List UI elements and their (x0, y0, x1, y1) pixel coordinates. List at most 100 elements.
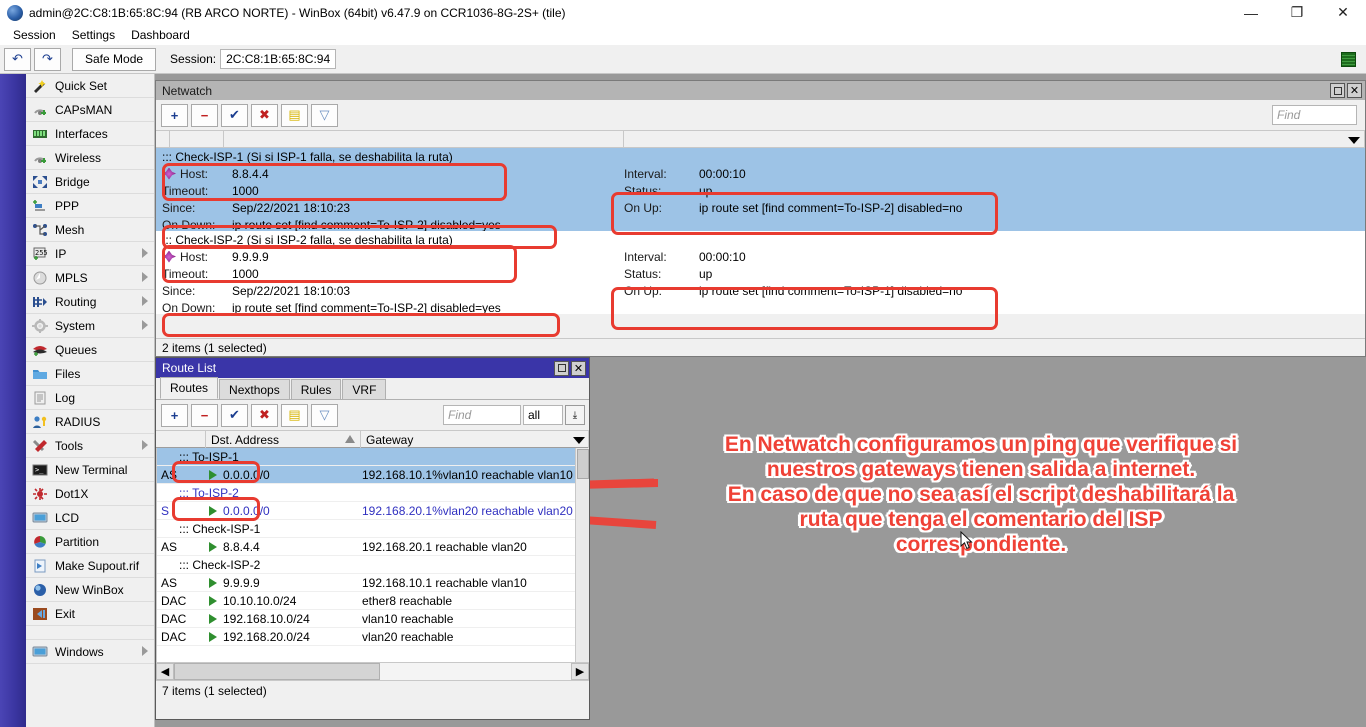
route-list-titlebar[interactable]: Route List ✕ (156, 358, 589, 378)
route-comment-button[interactable]: ▤ (281, 404, 308, 427)
route-comment-row[interactable]: ::: Check-ISP-2 (157, 556, 575, 574)
tab-rules[interactable]: Rules (291, 379, 342, 399)
sidebar-item-mpls[interactable]: MPLS (26, 266, 154, 290)
sidebar-item-bridge[interactable]: Bridge (26, 170, 154, 194)
route-filter-dropdown-icon[interactable]: ⤓ (565, 405, 585, 425)
route-column-menu-icon[interactable] (573, 437, 585, 444)
sidebar-item-windows[interactable]: Windows (26, 640, 154, 664)
sidebar-item-label: RADIUS (55, 415, 100, 429)
route-table-row[interactable]: AS8.8.4.4192.168.20.1 reachable vlan20 (157, 538, 575, 556)
netwatch-column-menu-icon[interactable] (1348, 137, 1360, 144)
safe-mode-button[interactable]: Safe Mode (72, 48, 156, 71)
sidebar-item-quick-set[interactable]: Quick Set (26, 74, 154, 98)
scroll-right-button[interactable]: ▶ (571, 663, 589, 680)
sidebar-item-dot1x[interactable]: Dot1X (26, 482, 154, 506)
route-find-input[interactable]: Find (443, 405, 521, 425)
sidebar-item-system[interactable]: System (26, 314, 154, 338)
netwatch-column-header (156, 130, 1365, 148)
netwatch-onup-value: ip route set [find comment=To-ISP-2] dis… (699, 201, 962, 215)
route-list-vertical-scrollbar[interactable] (575, 448, 589, 662)
route-table-row[interactable]: DAC192.168.10.0/24vlan10 reachable (157, 610, 575, 628)
sidebar-item-radius[interactable]: RADIUS (26, 410, 154, 434)
sidebar-item-lcd[interactable]: LCD (26, 506, 154, 530)
tab-routes[interactable]: Routes (160, 377, 218, 399)
maximize-button[interactable]: ❐ (1274, 0, 1320, 25)
svg-text:255: 255 (35, 249, 48, 257)
minimize-button[interactable]: — (1228, 0, 1274, 25)
sidebar-item-queues[interactable]: Queues (26, 338, 154, 362)
route-disable-button[interactable]: ✖ (251, 404, 278, 427)
sidebar-item-tools[interactable]: Tools (26, 434, 154, 458)
sidebar-item-new-terminal[interactable]: >_New Terminal (26, 458, 154, 482)
netwatch-titlebar[interactable]: Netwatch ✕ (156, 81, 1365, 100)
netwatch-add-button[interactable]: + (161, 104, 188, 127)
sidebar-item-interfaces[interactable]: Interfaces (26, 122, 154, 146)
route-comment-row[interactable]: ::: To-ISP-2 (157, 484, 575, 502)
route-gateway: vlan10 reachable (362, 612, 575, 626)
route-col-gateway[interactable]: Gateway (366, 433, 413, 447)
redo-icon[interactable]: ↷ (34, 48, 61, 71)
route-table-row[interactable]: AS9.9.9.9192.168.10.1 reachable vlan10 (157, 574, 575, 592)
route-table-row[interactable]: AS0.0.0.0/0192.168.10.1%vlan10 reachable… (157, 466, 575, 484)
route-dst-address: 192.168.20.0/24 (207, 630, 362, 644)
undo-icon[interactable]: ↶ (4, 48, 31, 71)
sidebar-item-label: LCD (55, 511, 79, 525)
menu-settings[interactable]: Settings (64, 26, 123, 44)
sidebar-item-ppp[interactable]: PPP (26, 194, 154, 218)
close-button[interactable]: ✕ (1320, 0, 1366, 25)
tab-nexthops[interactable]: Nexthops (219, 379, 290, 399)
ip-icon: 255 (31, 246, 49, 262)
netwatch-status-bar: 2 items (1 selected) (156, 338, 1365, 356)
route-table-row[interactable]: DAC192.168.20.0/24vlan20 reachable (157, 628, 575, 646)
route-list-horizontal-scrollbar[interactable]: ◀ ▶ (156, 662, 589, 680)
netwatch-close-button[interactable]: ✕ (1347, 83, 1362, 98)
route-enable-button[interactable]: ✔ (221, 404, 248, 427)
route-filter-button[interactable]: ▽ (311, 404, 338, 427)
menu-dashboard[interactable]: Dashboard (123, 26, 198, 44)
hscroll-thumb[interactable] (174, 663, 380, 680)
netwatch-entry[interactable]: ::: Check-ISP-1 (Si si ISP-1 falla, se d… (156, 148, 1365, 231)
netwatch-find-input[interactable]: Find (1272, 105, 1357, 125)
netwatch-since-label: Since: (162, 284, 232, 298)
route-filter-select[interactable]: all (523, 405, 563, 425)
sidebar-item-log[interactable]: Log (26, 386, 154, 410)
route-col-dst-address[interactable]: Dst. Address (211, 433, 279, 447)
netwatch-restore-button[interactable] (1330, 83, 1345, 98)
route-comment-row[interactable]: ::: Check-ISP-1 (157, 520, 575, 538)
sidebar-item-mesh[interactable]: Mesh (26, 218, 154, 242)
route-remove-button[interactable]: − (191, 404, 218, 427)
netwatch-timeout-value: 1000 (232, 184, 259, 198)
sidebar-item-new-winbox[interactable]: New WinBox (26, 578, 154, 602)
sidebar-item-files[interactable]: Files (26, 362, 154, 386)
route-add-button[interactable]: + (161, 404, 188, 427)
session-label: Session: (170, 52, 216, 66)
netwatch-disable-button[interactable]: ✖ (251, 104, 278, 127)
netwatch-filter-button[interactable]: ▽ (311, 104, 338, 127)
session-value[interactable]: 2C:C8:1B:65:8C:94 (220, 49, 336, 69)
tab-vrf[interactable]: VRF (342, 379, 386, 399)
sidebar-item-label: New WinBox (55, 583, 124, 597)
sidebar-item-capsman[interactable]: CAPsMAN (26, 98, 154, 122)
sidebar-item-make-supout-rif[interactable]: Make Supout.rif (26, 554, 154, 578)
hscroll-track[interactable] (174, 663, 571, 680)
chevron-right-icon (142, 320, 148, 330)
scrollbar-thumb[interactable] (577, 449, 589, 479)
route-list-close-button[interactable]: ✕ (571, 361, 586, 376)
route-list-toolbar: + − ✔ ✖ ▤ ▽ Find all ⤓ (156, 400, 589, 430)
scroll-left-button[interactable]: ◀ (156, 663, 174, 680)
netwatch-host-value: 9.9.9.9 (232, 250, 269, 264)
route-table-row[interactable]: DAC10.10.10.0/24ether8 reachable (157, 592, 575, 610)
sidebar-item-wireless[interactable]: Wireless (26, 146, 154, 170)
sidebar-item-partition[interactable]: Partition (26, 530, 154, 554)
netwatch-enable-button[interactable]: ✔ (221, 104, 248, 127)
route-comment-row[interactable]: ::: To-ISP-1 (157, 448, 575, 466)
sidebar-item-exit[interactable]: Exit (26, 602, 154, 626)
sidebar-item-ip[interactable]: 255IP (26, 242, 154, 266)
menu-session[interactable]: Session (5, 26, 64, 44)
netwatch-entry[interactable]: ::: Check-ISP-2 (Si si ISP-2 falla, se d… (156, 231, 1365, 314)
netwatch-remove-button[interactable]: − (191, 104, 218, 127)
route-table-row[interactable]: S0.0.0.0/0192.168.20.1%vlan20 reachable … (157, 502, 575, 520)
netwatch-comment-button[interactable]: ▤ (281, 104, 308, 127)
route-list-restore-button[interactable] (554, 361, 569, 376)
sidebar-item-routing[interactable]: Routing (26, 290, 154, 314)
